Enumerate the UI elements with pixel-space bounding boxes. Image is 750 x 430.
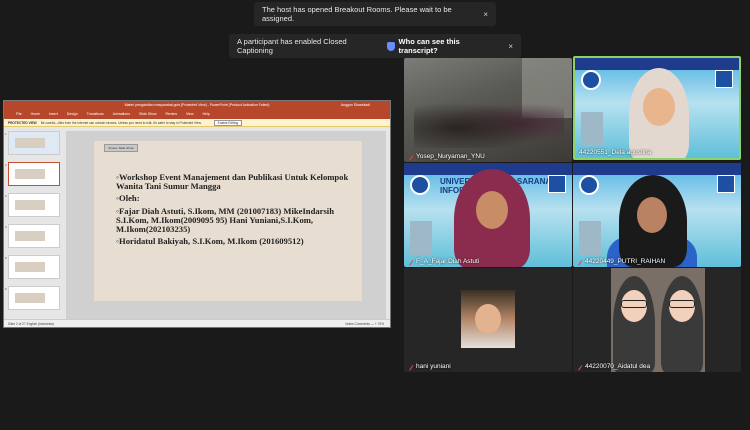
slide-body: ◦Workshop Event Manajement dan Publikasi… bbox=[116, 172, 352, 249]
participant-name: Yosep_Nuryaman_YNU bbox=[416, 153, 485, 160]
ribbon-tab[interactable]: Slide Show bbox=[139, 112, 157, 116]
participant-name: hani yuniani bbox=[416, 363, 451, 370]
ribbon-tab[interactable]: Home bbox=[31, 112, 40, 116]
transcript-visibility-label: Who can see this transcript? bbox=[398, 37, 460, 55]
participant-label: hani yuniani bbox=[406, 362, 451, 371]
ribbon-tab[interactable]: File bbox=[16, 112, 22, 116]
thumb-number: 6 bbox=[5, 287, 7, 291]
thumb-number: 4 bbox=[5, 225, 7, 229]
ribbon-tab[interactable]: Design bbox=[67, 112, 78, 116]
muted-mic-icon bbox=[575, 362, 583, 371]
breakout-notification: The host has opened Breakout Rooms. Plea… bbox=[254, 2, 496, 26]
ppt-title-bar: Materi pengabdian masyarakat.pptx [Prote… bbox=[4, 101, 390, 109]
ribbon-tab[interactable]: Review bbox=[166, 112, 177, 116]
breakout-message: The host has opened Breakout Rooms. Plea… bbox=[262, 5, 452, 23]
status-left: Slide 2 of 27 English (Indonesia) bbox=[8, 321, 54, 326]
ppt-status-bar: Slide 2 of 27 English (Indonesia) Notes … bbox=[4, 319, 390, 327]
participant-name: F_A_Fajar Diah Astuti bbox=[416, 258, 480, 265]
muted-mic-icon bbox=[406, 362, 414, 371]
building-graphic bbox=[581, 112, 603, 146]
logo bbox=[715, 70, 733, 88]
thumbnail-preview bbox=[15, 293, 45, 303]
thumbnail-preview bbox=[15, 138, 45, 148]
thumbnail-preview bbox=[15, 200, 45, 210]
enable-editing-button[interactable]: Enable Editing bbox=[213, 119, 243, 126]
thumb-number: 2 bbox=[5, 163, 7, 167]
profile-picture bbox=[461, 290, 515, 348]
ribbon-tab[interactable]: Animations bbox=[113, 112, 130, 116]
participant-name: 44220449_PUTRI_RAIHAN bbox=[585, 258, 666, 265]
slide-tag: Screen Slide Show bbox=[104, 144, 138, 152]
participant-label: 44220070_Aidatul dea bbox=[575, 362, 651, 371]
captioning-notification: A participant has enabled Closed Caption… bbox=[229, 34, 521, 58]
participant-label: Yosep_Nuryaman_YNU bbox=[406, 152, 485, 161]
slide-line: ◦Oleh: bbox=[116, 193, 140, 204]
profile-picture bbox=[611, 268, 705, 372]
university-logo bbox=[410, 175, 430, 195]
slide-thumbnail[interactable]: 3 bbox=[5, 193, 60, 217]
participant-tile[interactable]: Yosep_Nuryaman_YNU bbox=[404, 58, 572, 162]
slide-line: ◦Horidatul Bakiyah, S.I.Kom, M.Ikom (201… bbox=[116, 236, 304, 247]
university-logo bbox=[581, 70, 601, 90]
participant-name: 44220070_Aidatul dea bbox=[585, 363, 651, 370]
ribbon-tab[interactable]: Insert bbox=[49, 112, 58, 116]
thumbnail-preview bbox=[15, 262, 45, 272]
building-graphic bbox=[410, 221, 432, 255]
video-people bbox=[414, 98, 564, 148]
slide-thumbnail[interactable]: 4 bbox=[5, 224, 60, 248]
slide-line: ◦Fajar Diah Astuti, S.Ikom, MM (20100718… bbox=[116, 205, 334, 235]
participant-label: F_A_Fajar Diah Astuti bbox=[406, 257, 480, 266]
university-logo bbox=[579, 175, 599, 195]
protected-view-label: PROTECTED VIEW bbox=[8, 120, 37, 125]
ppt-user-name: Anggun Ekasetiadi bbox=[340, 103, 370, 107]
muted-mic-icon bbox=[406, 257, 414, 266]
slide-line: ◦Workshop Event Manajement dan Publikasi… bbox=[116, 172, 349, 192]
thumb-number: 3 bbox=[5, 194, 7, 198]
status-right: Notes Comments — + 70% bbox=[345, 321, 384, 326]
ribbon-tab[interactable]: Transitions bbox=[87, 112, 104, 116]
close-icon[interactable]: × bbox=[508, 42, 513, 51]
thumbnail-preview bbox=[15, 231, 45, 241]
participant-tile[interactable]: hani yuniani bbox=[404, 268, 572, 372]
slide-thumbnail[interactable]: 6 bbox=[5, 286, 60, 310]
slide-thumbnail-selected[interactable]: 2 bbox=[5, 162, 60, 186]
participant-label: 44220449_PUTRI_RAIHAN bbox=[575, 257, 666, 266]
participant-tile[interactable]: 44220449_PUTRI_RAIHAN bbox=[573, 163, 741, 267]
participant-name: 44220551_Dela agustina bbox=[579, 149, 652, 156]
participant-tile[interactable]: UNIVERSITAS BINA SARANA INFORMATIKA F_A_… bbox=[404, 163, 572, 267]
muted-mic-icon bbox=[406, 152, 414, 161]
thumbnail-preview bbox=[15, 169, 45, 179]
participant-tile-active-speaker[interactable]: 44220551_Dela agustina bbox=[573, 56, 741, 160]
participant-label: 44220551_Dela agustina bbox=[579, 149, 651, 156]
slide-canvas: Screen Slide Show ◦Workshop Event Manaje… bbox=[66, 131, 386, 319]
ribbon-tab[interactable]: Help bbox=[203, 112, 210, 116]
shield-icon bbox=[386, 41, 395, 51]
thumb-number: 1 bbox=[5, 132, 7, 136]
slide-thumbnails: 1 2 3 4 5 6 bbox=[5, 131, 60, 319]
muted-mic-icon bbox=[575, 257, 583, 266]
captioning-message: A participant has enabled Closed Caption… bbox=[237, 37, 347, 55]
shared-screen-powerpoint: Materi pengabdian masyarakat.pptx [Prote… bbox=[3, 100, 391, 328]
logo bbox=[548, 175, 566, 193]
slide-thumbnail[interactable]: 5 bbox=[5, 255, 60, 279]
close-icon[interactable]: × bbox=[483, 10, 488, 19]
building-graphic bbox=[579, 221, 601, 255]
protected-view-bar: PROTECTED VIEW Be careful—files from the… bbox=[4, 119, 390, 127]
transcript-visibility-button[interactable]: Who can see this transcript? bbox=[386, 37, 499, 55]
participant-tile[interactable]: 44220070_Aidatul dea bbox=[573, 268, 741, 372]
ribbon-tab[interactable]: View bbox=[186, 112, 194, 116]
logo bbox=[717, 175, 735, 193]
current-slide: Screen Slide Show ◦Workshop Event Manaje… bbox=[94, 141, 362, 301]
ppt-window-title: Materi pengabdian masyarakat.pptx [Prote… bbox=[124, 103, 270, 107]
ppt-ribbon: File Home Insert Design Transitions Anim… bbox=[4, 109, 390, 119]
slide-thumbnail[interactable]: 1 bbox=[5, 131, 60, 155]
thumb-number: 5 bbox=[5, 256, 7, 260]
protected-view-message: Be careful—files from the Internet can c… bbox=[40, 120, 202, 125]
